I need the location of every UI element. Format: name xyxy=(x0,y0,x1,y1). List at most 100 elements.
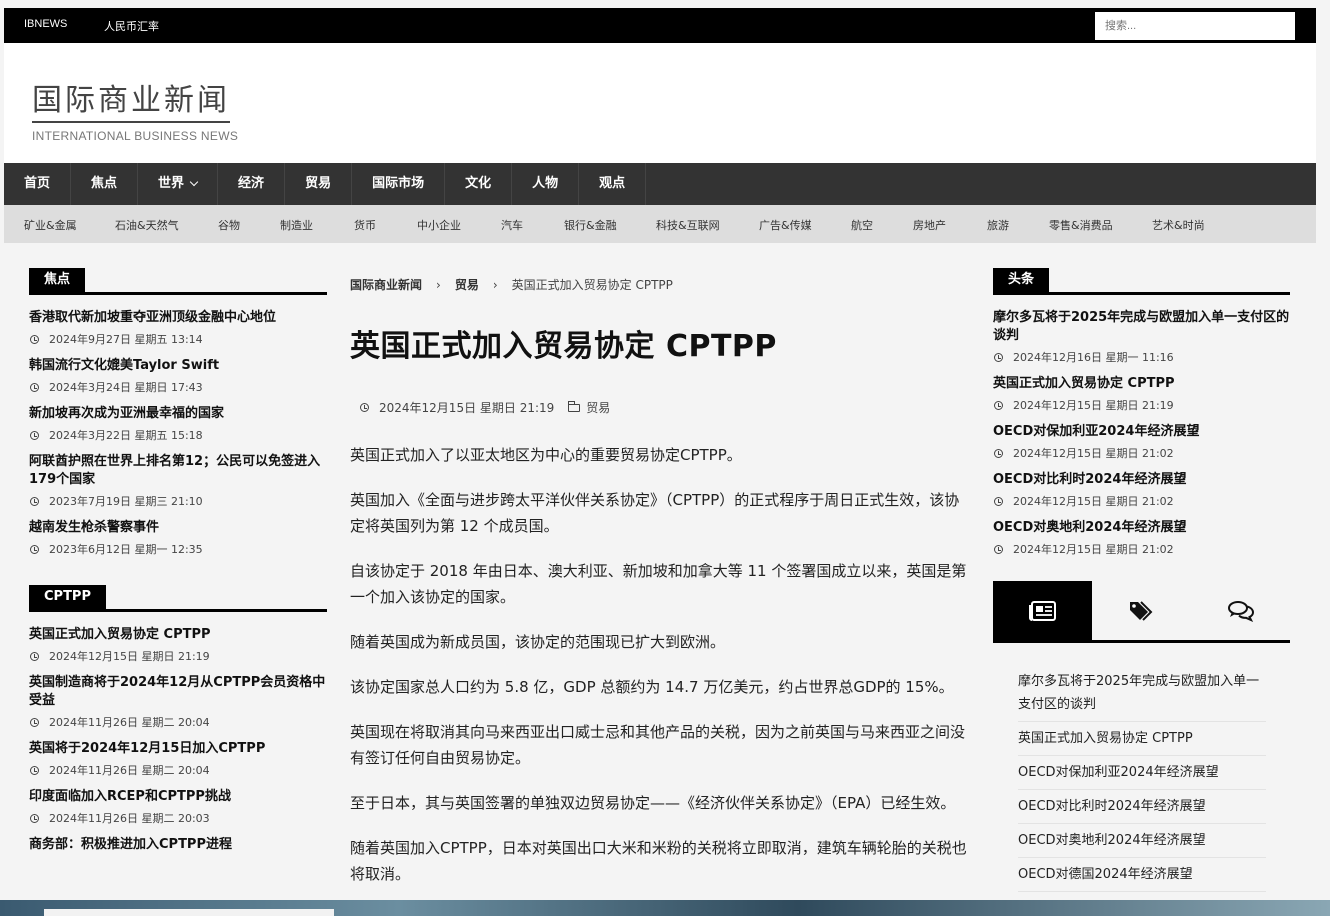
date-text: 2024年12月15日 星期日 21:19 xyxy=(49,650,210,663)
date-text: 2024年11月26日 星期二 20:04 xyxy=(49,716,210,729)
subnav-item[interactable]: 艺术&时尚 xyxy=(1152,217,1205,233)
post-title[interactable]: 英国正式加入贸易协定 CPTPP xyxy=(29,626,327,644)
clock-icon xyxy=(30,544,39,554)
subnav-item[interactable]: 货币 xyxy=(354,217,376,233)
breadcrumb-category[interactable]: 贸易 xyxy=(455,276,479,293)
post-title[interactable]: 越南发生枪杀警察事件 xyxy=(29,519,327,537)
paragraph: 英国正式加入了以亚太地区为中心的重要贸易协定CPTPP。 xyxy=(350,446,742,464)
post-date: 2024年3月24日 星期日 17:43 xyxy=(29,379,327,395)
nav-item-economy[interactable]: 经济 xyxy=(218,163,286,205)
list-item[interactable]: 新加坡再次成为亚洲最幸福的国家 2024年3月22日 星期五 15:18 xyxy=(29,405,327,443)
post-title[interactable]: 英国将于2024年12月15日加入CPTPP xyxy=(29,740,327,758)
list-item[interactable]: OECD对保加利亚2024年经济展望 xyxy=(1018,756,1266,790)
taskbar-strip xyxy=(0,900,1330,916)
subnav-item[interactable]: 谷物 xyxy=(218,217,240,233)
post-title[interactable]: 韩国流行文化媲美Taylor Swift xyxy=(29,357,327,375)
subnav-item[interactable]: 汽车 xyxy=(501,217,523,233)
list-item[interactable]: 英国正式加入贸易协定 CPTPP 2024年12月15日 星期日 21:19 xyxy=(993,375,1290,413)
list-item[interactable]: 英国制造商将于2024年12月从CPTPP会员资格中受益 2024年11月26日… xyxy=(29,674,327,730)
subnav-item[interactable]: 科技&互联网 xyxy=(656,217,720,233)
clock-icon xyxy=(994,400,1003,410)
subnav-item[interactable]: 中小企业 xyxy=(417,217,461,233)
post-title[interactable]: 印度面临加入RCEP和CPTPP挑战 xyxy=(29,788,327,806)
section-header-headlines: 头条 xyxy=(993,268,1290,295)
nav-label: 焦点 xyxy=(91,176,118,191)
taskbar-window xyxy=(44,909,334,916)
post-title[interactable]: 英国制造商将于2024年12月从CPTPP会员资格中受益 xyxy=(29,674,327,710)
list-item[interactable]: OECD对比利时2024年经济展望 xyxy=(1018,790,1266,824)
post-title[interactable]: 英国正式加入贸易协定 CPTPP xyxy=(993,375,1290,393)
post-title[interactable]: OECD对保加利亚2024年经济展望 xyxy=(993,423,1290,441)
tab-comments[interactable] xyxy=(1191,581,1290,640)
post-title[interactable]: OECD对奥地利2024年经济展望 xyxy=(993,519,1290,537)
tab-recent-posts[interactable] xyxy=(993,581,1092,640)
article-category-link[interactable]: 贸易 xyxy=(586,399,610,416)
list-item[interactable]: 英国正式加入贸易协定 CPTPP 2024年12月15日 星期日 21:19 xyxy=(29,626,327,664)
section-title: 焦点 xyxy=(29,268,86,292)
list-item[interactable]: OECD对奥地利2024年经济展望 2024年12月15日 星期日 21:02 xyxy=(993,519,1290,557)
list-item[interactable]: 摩尔多瓦将于2025年完成与欧盟加入单一支付区的谈判 2024年12月16日 星… xyxy=(993,309,1290,365)
nav-item-focus[interactable]: 焦点 xyxy=(71,163,139,205)
list-item[interactable]: OECD对德国2024年经济展望 xyxy=(1018,858,1266,892)
list-item[interactable]: 英国将于2024年12月15日加入CPTPP 2024年11月26日 星期二 2… xyxy=(29,740,327,778)
subnav-item[interactable]: 石油&天然气 xyxy=(115,217,179,233)
logo-title-en: INTERNATIONAL BUSINESS NEWS xyxy=(32,129,239,143)
list-item[interactable]: 英国正式加入贸易协定 CPTPP xyxy=(1018,722,1266,756)
nav-item-world[interactable]: 世界 xyxy=(138,163,219,205)
subnav-item[interactable]: 旅游 xyxy=(987,217,1009,233)
page: IBNEWS 人民币汇率 国际商业新闻 INTERNATIONAL BUSINE… xyxy=(4,8,1316,916)
subnav-item[interactable]: 银行&金融 xyxy=(564,217,617,233)
subnav-item[interactable]: 航空 xyxy=(851,217,873,233)
list-item[interactable]: OECD对比利时2024年经济展望 2024年12月15日 星期日 21:02 xyxy=(993,471,1290,509)
nav-item-opinion[interactable]: 观点 xyxy=(579,163,647,205)
nav-item-culture[interactable]: 文化 xyxy=(445,163,513,205)
breadcrumb-current: 英国正式加入贸易协定 CPTPP xyxy=(511,278,673,292)
post-title[interactable]: 阿联酋护照在世界上排名第12；公民可以免签进入179个国家 xyxy=(29,453,327,489)
subnav-item[interactable]: 广告&传媒 xyxy=(759,217,812,233)
date-text: 2024年9月27日 星期五 13:14 xyxy=(49,333,203,346)
subnav-item[interactable]: 矿业&金属 xyxy=(24,217,77,233)
clock-icon xyxy=(30,813,39,823)
list-item[interactable]: 摩尔多瓦将于2025年完成与欧盟加入单一支付区的谈判 xyxy=(1018,665,1266,722)
post-title[interactable]: 商务部：积极推进加入CPTPP进程 xyxy=(29,836,327,854)
post-title[interactable]: 摩尔多瓦将于2025年完成与欧盟加入单一支付区的谈判 xyxy=(993,309,1290,345)
nav-item-trade[interactable]: 贸易 xyxy=(285,163,353,205)
list-item[interactable]: 香港取代新加坡重夺亚洲顶级金融中心地位 2024年9月27日 星期五 13:14 xyxy=(29,309,327,347)
subnav-item[interactable]: 零售&消费品 xyxy=(1049,217,1113,233)
post-title[interactable]: 新加坡再次成为亚洲最幸福的国家 xyxy=(29,405,327,423)
nav-label: 国际市场 xyxy=(372,176,425,191)
subnav-item[interactable]: 制造业 xyxy=(280,217,313,233)
nav-label: 人物 xyxy=(532,176,559,191)
date-text: 2024年12月16日 星期一 11:16 xyxy=(1013,351,1174,364)
subnav-item[interactable]: 房地产 xyxy=(913,217,946,233)
nav-item-home[interactable]: 首页 xyxy=(4,163,72,205)
folder-icon xyxy=(568,400,581,412)
list-item[interactable]: 商务部：积极推进加入CPTPP进程 xyxy=(29,836,327,854)
breadcrumb-home[interactable]: 国际商业新闻 xyxy=(350,276,422,293)
post-date: 2024年11月26日 星期二 20:04 xyxy=(29,762,327,778)
search-input[interactable] xyxy=(1095,12,1295,40)
date-text: 2023年7月19日 星期三 21:10 xyxy=(49,495,203,508)
site-logo[interactable]: 国际商业新闻 INTERNATIONAL BUSINESS NEWS xyxy=(32,75,238,143)
date-text: 2024年12月15日 星期日 21:02 xyxy=(1013,543,1174,556)
post-title[interactable]: 香港取代新加坡重夺亚洲顶级金融中心地位 xyxy=(29,309,327,327)
list-item[interactable]: 印度面临加入RCEP和CPTPP挑战 2024年11月26日 星期二 20:03 xyxy=(29,788,327,826)
list-item[interactable]: 韩国流行文化媲美Taylor Swift 2024年3月24日 星期日 17:4… xyxy=(29,357,327,395)
widget-tabs xyxy=(993,581,1290,643)
article-meta: 2024年12月15日 星期日 21:19 贸易 xyxy=(350,399,970,416)
post-title[interactable]: OECD对比利时2024年经济展望 xyxy=(993,471,1290,489)
topbar-link-ibnews[interactable]: IBNEWS xyxy=(24,18,67,30)
date-text: 2024年12月15日 星期日 21:19 xyxy=(1013,399,1174,412)
topbar-link-rmb-rate[interactable]: 人民币汇率 xyxy=(104,18,159,34)
nav-item-people[interactable]: 人物 xyxy=(512,163,580,205)
nav-item-intl-market[interactable]: 国际市场 xyxy=(352,163,446,205)
section-title: 头条 xyxy=(993,268,1050,292)
list-item[interactable]: 越南发生枪杀警察事件 2023年6月12日 星期一 12:35 xyxy=(29,519,327,557)
list-item[interactable]: OECD对保加利亚2024年经济展望 2024年12月15日 星期日 21:02 xyxy=(993,423,1290,461)
post-date: 2024年9月27日 星期五 13:14 xyxy=(29,331,327,347)
tab-tags[interactable] xyxy=(1092,581,1191,640)
post-date: 2024年11月26日 星期二 20:04 xyxy=(29,714,327,730)
list-item[interactable]: OECD对奥地利2024年经济展望 xyxy=(1018,824,1266,858)
list-item[interactable]: 阿联酋护照在世界上排名第12；公民可以免签进入179个国家 2023年7月19日… xyxy=(29,453,327,509)
paragraph: 至于日本，其与英国签署的单独双边贸易协定——《经济伙伴关系协定》（EPA）已经生… xyxy=(350,794,956,812)
